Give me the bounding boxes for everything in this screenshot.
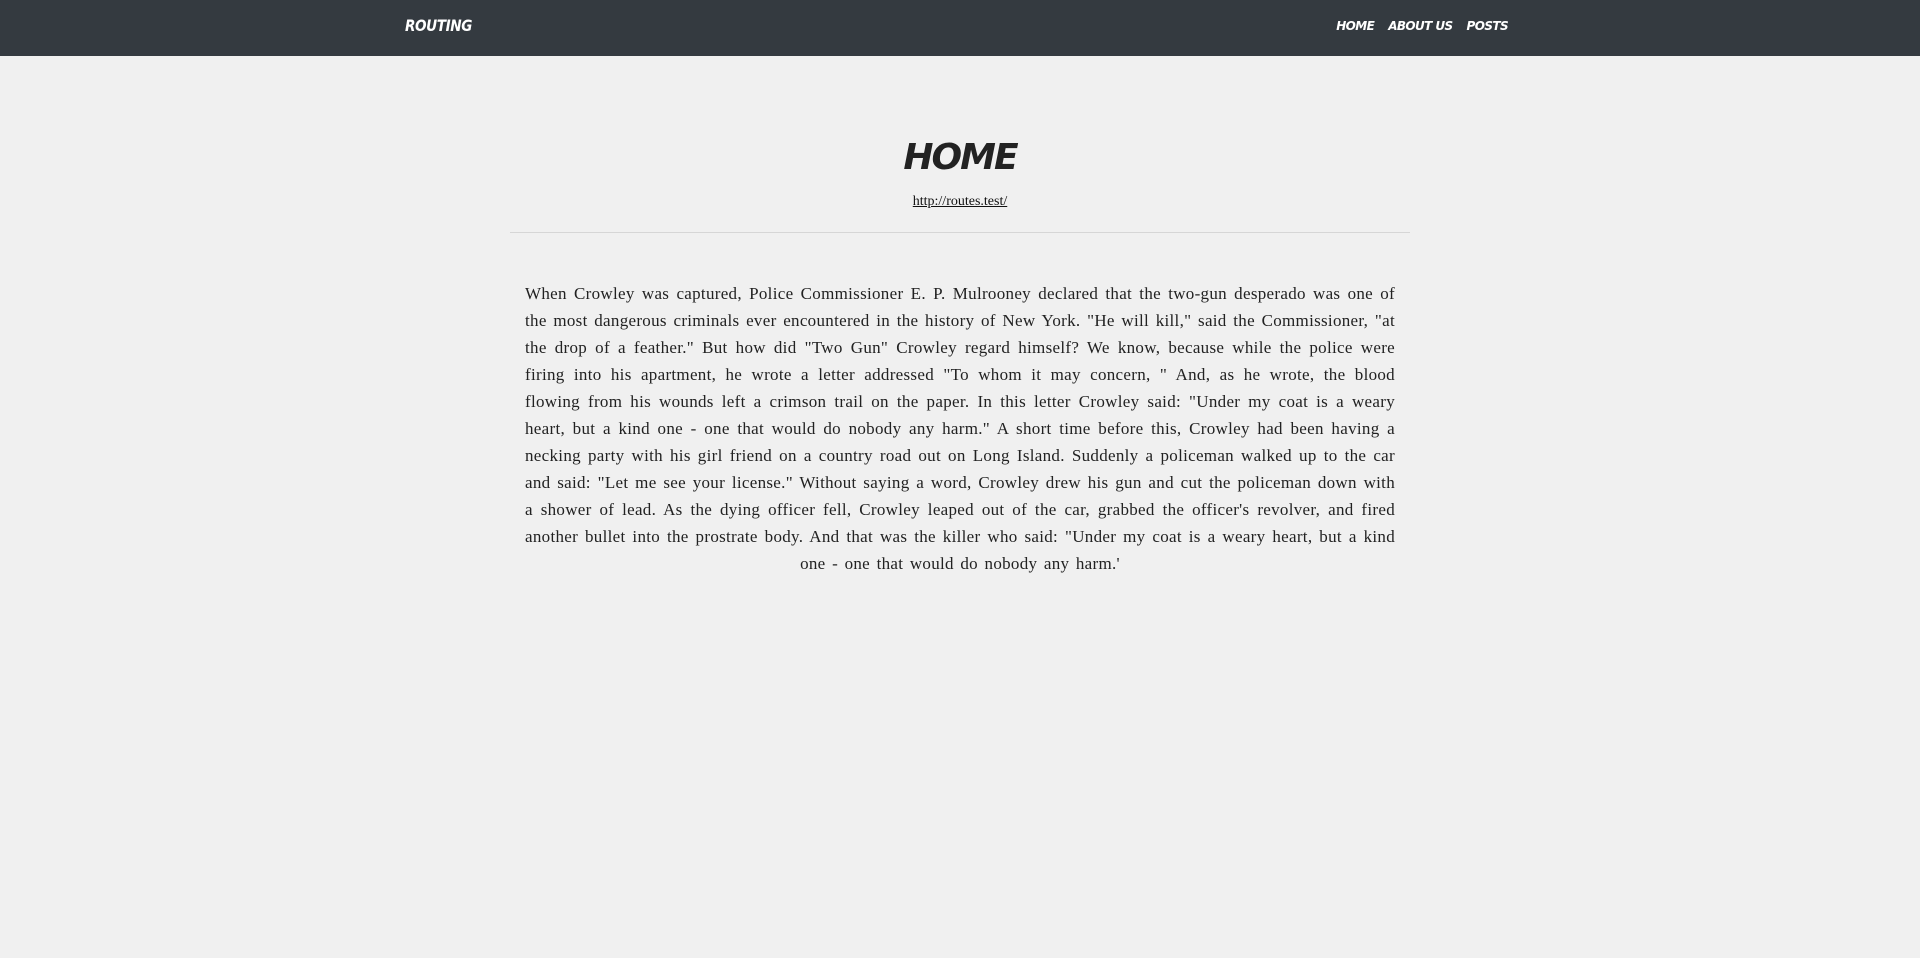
- page-url-container: http://routes.test/: [510, 192, 1410, 210]
- nav-link-about-us[interactable]: ABOUT US: [1388, 19, 1453, 33]
- nav-link-home[interactable]: HOME: [1336, 19, 1375, 33]
- page-url-link[interactable]: http://routes.test/: [913, 194, 1008, 209]
- article-paragraph: When Crowley was captured, Police Commis…: [525, 284, 1395, 573]
- page-title: HOME: [903, 137, 1018, 178]
- top-navbar: ROUTING HOME ABOUT US POSTS: [0, 0, 1920, 56]
- nav-link-posts[interactable]: POSTS: [1467, 19, 1509, 33]
- nav-links: HOME ABOUT US POSTS: [1336, 19, 1508, 33]
- brand-link[interactable]: ROUTING: [405, 16, 472, 35]
- divider: [510, 232, 1410, 233]
